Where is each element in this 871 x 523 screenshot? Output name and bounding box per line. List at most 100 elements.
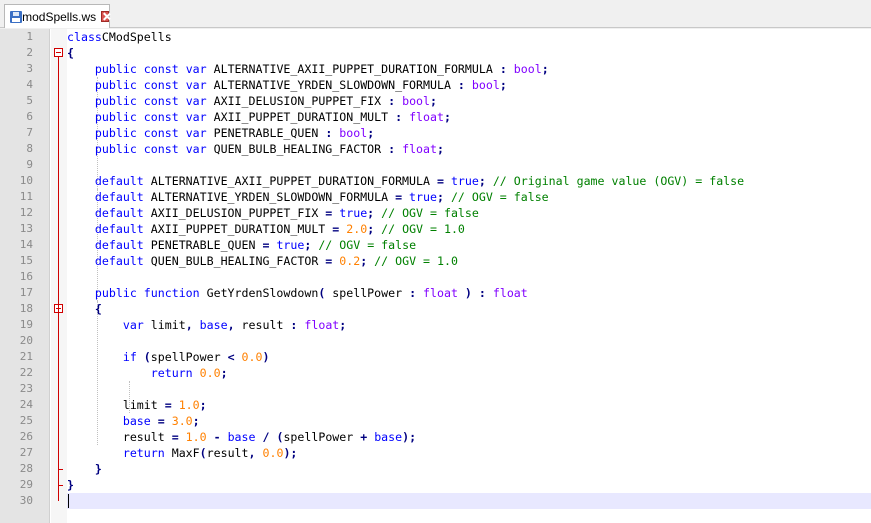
code-token: ;: [541, 62, 549, 76]
code-line: return MaxF(result, 0.0);: [67, 445, 298, 461]
code-line: public const var ALTERNATIVE_YRDEN_SLOWD…: [67, 77, 507, 93]
code-token: :: [457, 78, 465, 92]
code-token: base: [227, 430, 256, 444]
code-token: (: [143, 350, 151, 364]
line-number: 25: [19, 414, 33, 427]
code-line: public const var AXII_DELUSION_PUPPET_FI…: [67, 93, 437, 109]
code-token: result: [67, 430, 172, 444]
code-token: public: [94, 110, 137, 124]
code-token: if: [122, 350, 137, 364]
fold-line: [58, 218, 59, 501]
code-token: float: [492, 286, 528, 300]
line-number: 2: [26, 46, 33, 59]
code-token: float: [409, 110, 444, 124]
code-token: ;: [478, 174, 486, 188]
code-line: public const var ALTERNATIVE_AXII_PUPPET…: [67, 61, 549, 77]
fold-toggle-class[interactable]: [54, 48, 63, 57]
code-token: bool: [402, 94, 431, 108]
code-token: :: [478, 286, 486, 300]
floppy-disk-icon: [9, 10, 22, 24]
tab-filename: modSpells.ws: [22, 9, 97, 24]
code-token: bool: [471, 78, 500, 92]
code-token: ;: [367, 126, 375, 140]
code-token: default: [94, 222, 144, 236]
code-line: default ALTERNATIVE_YRDEN_SLOWDOWN_FORMU…: [67, 189, 549, 205]
code-token: ;: [430, 94, 437, 108]
file-tab[interactable]: modSpells.ws: [4, 4, 110, 28]
line-number: 30: [19, 494, 33, 507]
code-token: );: [402, 430, 417, 444]
code-line: return 0.0;: [67, 365, 228, 381]
code-token: default: [94, 238, 144, 252]
code-token: const: [143, 78, 179, 92]
close-icon[interactable]: [101, 11, 109, 22]
code-token: AXII_DELUSION_PUPPET_FIX: [206, 94, 389, 108]
code-token: const: [143, 126, 179, 140]
code-line: var limit, base, result : float;: [67, 317, 346, 333]
line-number: 5: [26, 94, 33, 107]
code-token: public: [94, 78, 137, 92]
code-token: AXII_DELUSION_PUPPET_FIX: [143, 206, 326, 220]
code-token: }: [67, 478, 74, 492]
line-number: 17: [19, 286, 33, 299]
code-token: ;: [199, 398, 207, 412]
code-token: }: [94, 462, 102, 476]
code-line: base = 3.0;: [67, 413, 200, 429]
line-number: 21: [19, 350, 33, 363]
code-token: );: [283, 446, 298, 460]
code-token: const: [143, 94, 179, 108]
code-token: function: [143, 286, 200, 300]
code-editor[interactable]: 1 2 3 4 5 6 7 8 9 10 11 12 13 14 15 16 17 18 19 20 21 22 23 24 2…: [0, 29, 871, 523]
code-line: limit = 1.0;: [67, 397, 207, 413]
code-token: ALTERNATIVE_YRDEN_SLOWDOWN_FORMULA: [143, 190, 396, 204]
code-token: float: [304, 318, 340, 332]
code-line: default AXII_PUPPET_DURATION_MULT = 2.0;…: [67, 221, 465, 237]
code-area[interactable]: classCModSpells { public const var ALTERN…: [67, 29, 871, 523]
code-line: default AXII_DELUSION_PUPPET_FIX = true;…: [67, 205, 479, 221]
code-token: ALTERNATIVE_AXII_PUPPET_DURATION_FORMULA: [206, 62, 500, 76]
code-token: =: [164, 398, 172, 412]
fold-end-marker: [58, 485, 63, 486]
code-token: PENETRABLE_QUEN: [206, 126, 326, 140]
line-number: 9: [26, 158, 33, 171]
code-line: classCModSpells: [67, 29, 172, 45]
text-caret: [68, 494, 69, 508]
line-number: 18: [19, 302, 33, 315]
code-token: 1.0: [185, 430, 207, 444]
code-line: if (spellPower < 0.0): [67, 349, 270, 365]
code-token: AXII_PUPPET_DURATION_MULT: [143, 222, 333, 236]
code-token: =: [436, 174, 444, 188]
line-number: 28: [19, 462, 33, 475]
code-token: public: [94, 126, 137, 140]
code-token: GetYrdenSlowdown: [199, 286, 319, 300]
code-token: ;: [437, 142, 444, 156]
code-token: 0.2: [339, 254, 361, 268]
code-token: (: [199, 446, 207, 460]
code-token: default: [94, 254, 144, 268]
code-token: QUEN_BULB_HEALING_FACTOR: [143, 254, 326, 268]
code-line: public const var QUEN_BULB_HEALING_FACTO…: [67, 141, 444, 157]
code-token: base: [122, 414, 151, 428]
line-number: 1: [26, 30, 33, 43]
code-line: {: [67, 301, 102, 317]
